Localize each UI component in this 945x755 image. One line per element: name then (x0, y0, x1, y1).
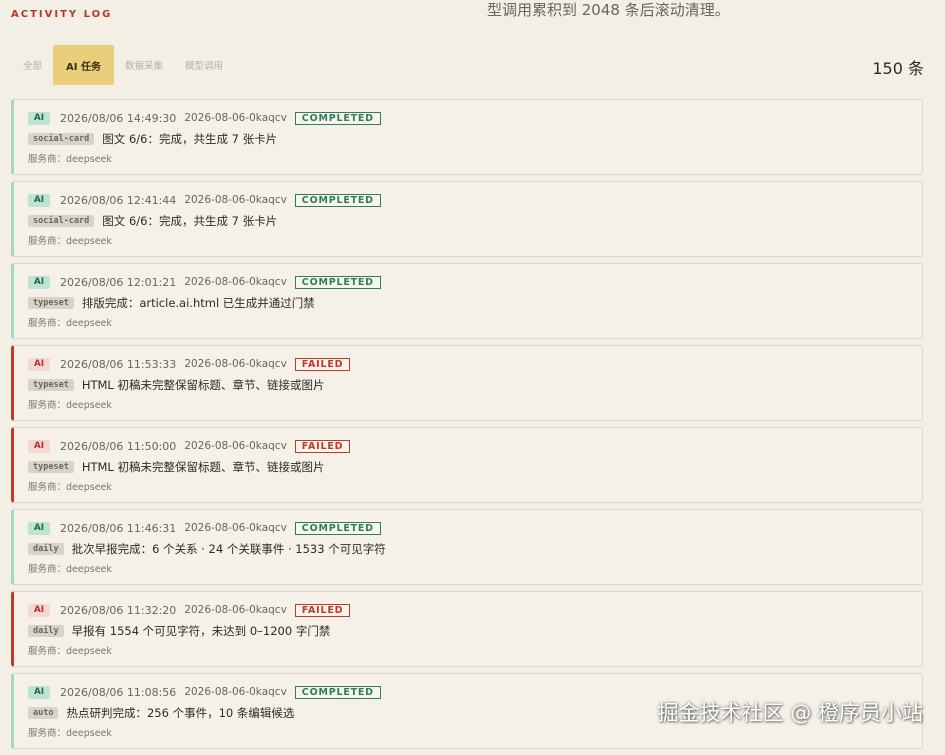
status-badge: FAILED (294, 439, 351, 453)
log-entry[interactable]: AI 2026/08/06 12:01:21 2026-08-06-0kaqcv… (11, 263, 923, 339)
entry-time: 2026/08/06 14:49:30 (60, 111, 177, 125)
entry-time: 2026/08/06 11:32:20 (60, 603, 177, 617)
tab-ai-tasks[interactable]: AI 任务 (53, 45, 114, 85)
task-tag: social-card (28, 215, 95, 227)
tab-data-collection[interactable]: 数据采集 (114, 45, 174, 85)
log-entry[interactable]: AI 2026/08/06 11:46:31 2026-08-06-0kaqcv… (11, 509, 923, 585)
task-tag: daily (28, 543, 64, 555)
task-tag: typeset (28, 379, 74, 391)
entry-time: 2026/08/06 11:46:31 (60, 521, 177, 535)
run-id: 2026-08-06-0kaqcv (184, 440, 287, 452)
entry-provider: 服务商：deepseek (28, 318, 112, 329)
filter-tabs: 全部 AI 任务 数据采集 模型调用 (12, 45, 234, 85)
entry-provider: 服务商：deepseek (28, 236, 112, 247)
log-entry[interactable]: AI 2026/08/06 14:49:30 2026-08-06-0kaqcv… (11, 99, 923, 175)
retention-note: 型调用累积到 2048 条后滚动清理。 (487, 1, 730, 19)
ai-badge: AI (28, 521, 50, 535)
entry-provider: 服务商：deepseek (28, 154, 112, 165)
log-entry[interactable]: AI 2026/08/06 11:32:20 2026-08-06-0kaqcv… (11, 591, 923, 667)
task-tag: auto (28, 707, 59, 719)
run-id: 2026-08-06-0kaqcv (184, 194, 287, 206)
log-entry[interactable]: AI 2026/08/06 12:41:44 2026-08-06-0kaqcv… (11, 181, 923, 257)
entry-time: 2026/08/06 11:50:00 (60, 439, 177, 453)
entry-time: 2026/08/06 12:41:44 (60, 193, 177, 207)
log-entry[interactable]: AI 2026/08/06 11:53:33 2026-08-06-0kaqcv… (11, 345, 923, 421)
watermark: 掘金技术社区 @ 橙序员小站 (657, 701, 923, 725)
entry-message: 热点研判完成：256 个事件，10 条编辑候选 (66, 706, 295, 720)
entry-message: HTML 初稿未完整保留标题、章节、链接或图片 (81, 378, 325, 392)
status-badge: COMPLETED (294, 685, 381, 699)
status-badge: COMPLETED (294, 521, 381, 535)
ai-badge: AI (28, 275, 50, 289)
entry-message: 图文 6/6：完成，共生成 7 张卡片 (102, 214, 278, 228)
entry-provider: 服务商：deepseek (28, 564, 112, 575)
entry-time: 2026/08/06 12:01:21 (60, 275, 177, 289)
task-tag: social-card (28, 133, 95, 145)
entry-message: 排版完成：article.ai.html 已生成并通过门禁 (81, 296, 315, 310)
status-badge: COMPLETED (294, 275, 381, 289)
run-id: 2026-08-06-0kaqcv (184, 358, 287, 370)
log-entry[interactable]: AI 2026/08/06 11:50:00 2026-08-06-0kaqcv… (11, 427, 923, 503)
ai-badge: AI (28, 603, 50, 617)
activity-list: AI 2026/08/06 14:49:30 2026-08-06-0kaqcv… (11, 99, 923, 755)
status-badge: FAILED (294, 357, 351, 371)
entry-count: 150 条 (872, 59, 924, 78)
page-title: ACTIVITY LOG (11, 9, 113, 20)
ai-badge: AI (28, 439, 50, 453)
entry-message: 批次早报完成：6 个关系 · 24 个关联事件 · 1533 个可见字符 (71, 542, 386, 556)
entry-provider: 服务商：deepseek (28, 400, 112, 411)
ai-badge: AI (28, 357, 50, 371)
run-id: 2026-08-06-0kaqcv (184, 604, 287, 616)
run-id: 2026-08-06-0kaqcv (184, 276, 287, 288)
entry-message: HTML 初稿未完整保留标题、章节、链接或图片 (81, 460, 325, 474)
status-badge: COMPLETED (294, 111, 381, 125)
run-id: 2026-08-06-0kaqcv (184, 112, 287, 124)
run-id: 2026-08-06-0kaqcv (184, 686, 287, 698)
task-tag: typeset (28, 297, 74, 309)
entry-message: 图文 6/6：完成，共生成 7 张卡片 (102, 132, 278, 146)
entry-time: 2026/08/06 11:08:56 (60, 685, 177, 699)
status-badge: COMPLETED (294, 193, 381, 207)
ai-badge: AI (28, 193, 50, 207)
entry-message: 早报有 1554 个可见字符，未达到 0–1200 字门禁 (71, 624, 331, 638)
ai-badge: AI (28, 685, 50, 699)
ai-badge: AI (28, 111, 50, 125)
entry-provider: 服务商：deepseek (28, 728, 112, 739)
entry-provider: 服务商：deepseek (28, 646, 112, 657)
entry-provider: 服务商：deepseek (28, 482, 112, 493)
entry-time: 2026/08/06 11:53:33 (60, 357, 177, 371)
run-id: 2026-08-06-0kaqcv (184, 522, 287, 534)
tab-model-calls[interactable]: 模型调用 (174, 45, 234, 85)
status-badge: FAILED (294, 603, 351, 617)
task-tag: daily (28, 625, 64, 637)
task-tag: typeset (28, 461, 74, 473)
tab-all[interactable]: 全部 (12, 45, 53, 85)
